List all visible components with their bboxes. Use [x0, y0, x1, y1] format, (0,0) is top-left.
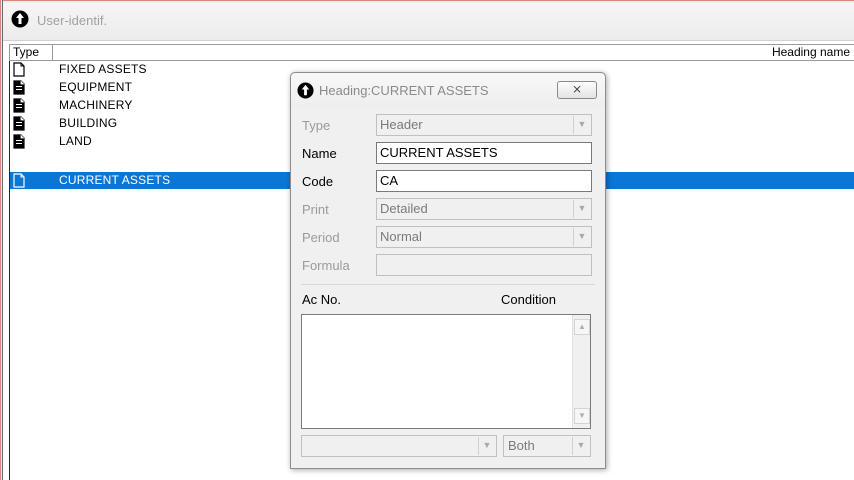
condition-list[interactable]: ▲ ▼: [301, 314, 591, 429]
ac-no-select: ▼: [301, 435, 497, 457]
list-item-label: MACHINERY: [59, 98, 133, 112]
list-header: Type Heading name: [9, 44, 854, 61]
print-select: Detailed ▼: [376, 198, 592, 220]
chevron-down-icon: ▼: [478, 437, 495, 455]
list-item-label: CURRENT ASSETS: [59, 173, 171, 187]
document-icon: [13, 134, 25, 149]
code-field[interactable]: CA: [376, 170, 592, 192]
condition-select: Both ▼: [503, 435, 591, 457]
ac-no-column-label: Ac No.: [302, 292, 342, 307]
type-value: Header: [380, 117, 423, 132]
dialog-title-bar[interactable]: Heading:CURRENT ASSETS ⨯: [291, 73, 605, 107]
print-label: Print: [302, 202, 329, 217]
column-header-type[interactable]: Type: [10, 45, 53, 60]
close-icon: ⨯: [571, 82, 583, 96]
name-field[interactable]: CURRENT ASSETS: [376, 142, 592, 164]
document-icon: [13, 80, 25, 95]
period-value: Normal: [380, 229, 422, 244]
scroll-up-icon[interactable]: ▲: [574, 319, 590, 335]
column-header-heading-name[interactable]: Heading name: [772, 45, 850, 60]
period-select: Normal ▼: [376, 226, 592, 248]
formula-field: [376, 254, 592, 276]
title-bar: User-identif.: [3, 3, 854, 41]
condition-select-value: Both: [508, 438, 535, 453]
heading-dialog: Heading:CURRENT ASSETS ⨯ Type Header ▼ N…: [290, 72, 606, 469]
chevron-down-icon: ▼: [573, 116, 590, 134]
close-button[interactable]: ⨯: [557, 81, 597, 99]
window-title: User-identif.: [37, 13, 108, 28]
name-label: Name: [302, 146, 337, 161]
type-label: Type: [302, 118, 331, 133]
chevron-down-icon: ▼: [573, 228, 590, 246]
list-item-label: BUILDING: [59, 116, 118, 130]
formula-label: Formula: [302, 258, 350, 273]
app-logo-icon: [297, 82, 314, 99]
vertical-scrollbar[interactable]: ▲ ▼: [572, 315, 590, 428]
code-value: CA: [380, 173, 399, 188]
type-select: Header ▼: [376, 114, 592, 136]
code-label: Code: [302, 174, 334, 189]
list-item-label: EQUIPMENT: [59, 80, 133, 94]
print-value: Detailed: [380, 201, 428, 216]
condition-column-label: Condition: [501, 292, 556, 307]
scroll-down-icon[interactable]: ▼: [574, 408, 590, 424]
list-item-label: FIXED ASSETS: [59, 62, 147, 76]
dialog-title: Heading:CURRENT ASSETS: [319, 83, 489, 98]
document-outline-icon: [13, 62, 25, 77]
name-value: CURRENT ASSETS: [380, 145, 498, 160]
window-frame-left: [0, 0, 3, 480]
document-icon: [13, 116, 25, 131]
document-icon: [13, 98, 25, 113]
divider: [301, 284, 595, 285]
chevron-down-icon: ▼: [573, 200, 590, 218]
document-outline-icon: [13, 173, 25, 188]
app-logo-icon: [11, 10, 29, 28]
period-label: Period: [302, 230, 340, 245]
chevron-down-icon: ▼: [572, 437, 589, 455]
list-item-label: LAND: [59, 134, 92, 148]
